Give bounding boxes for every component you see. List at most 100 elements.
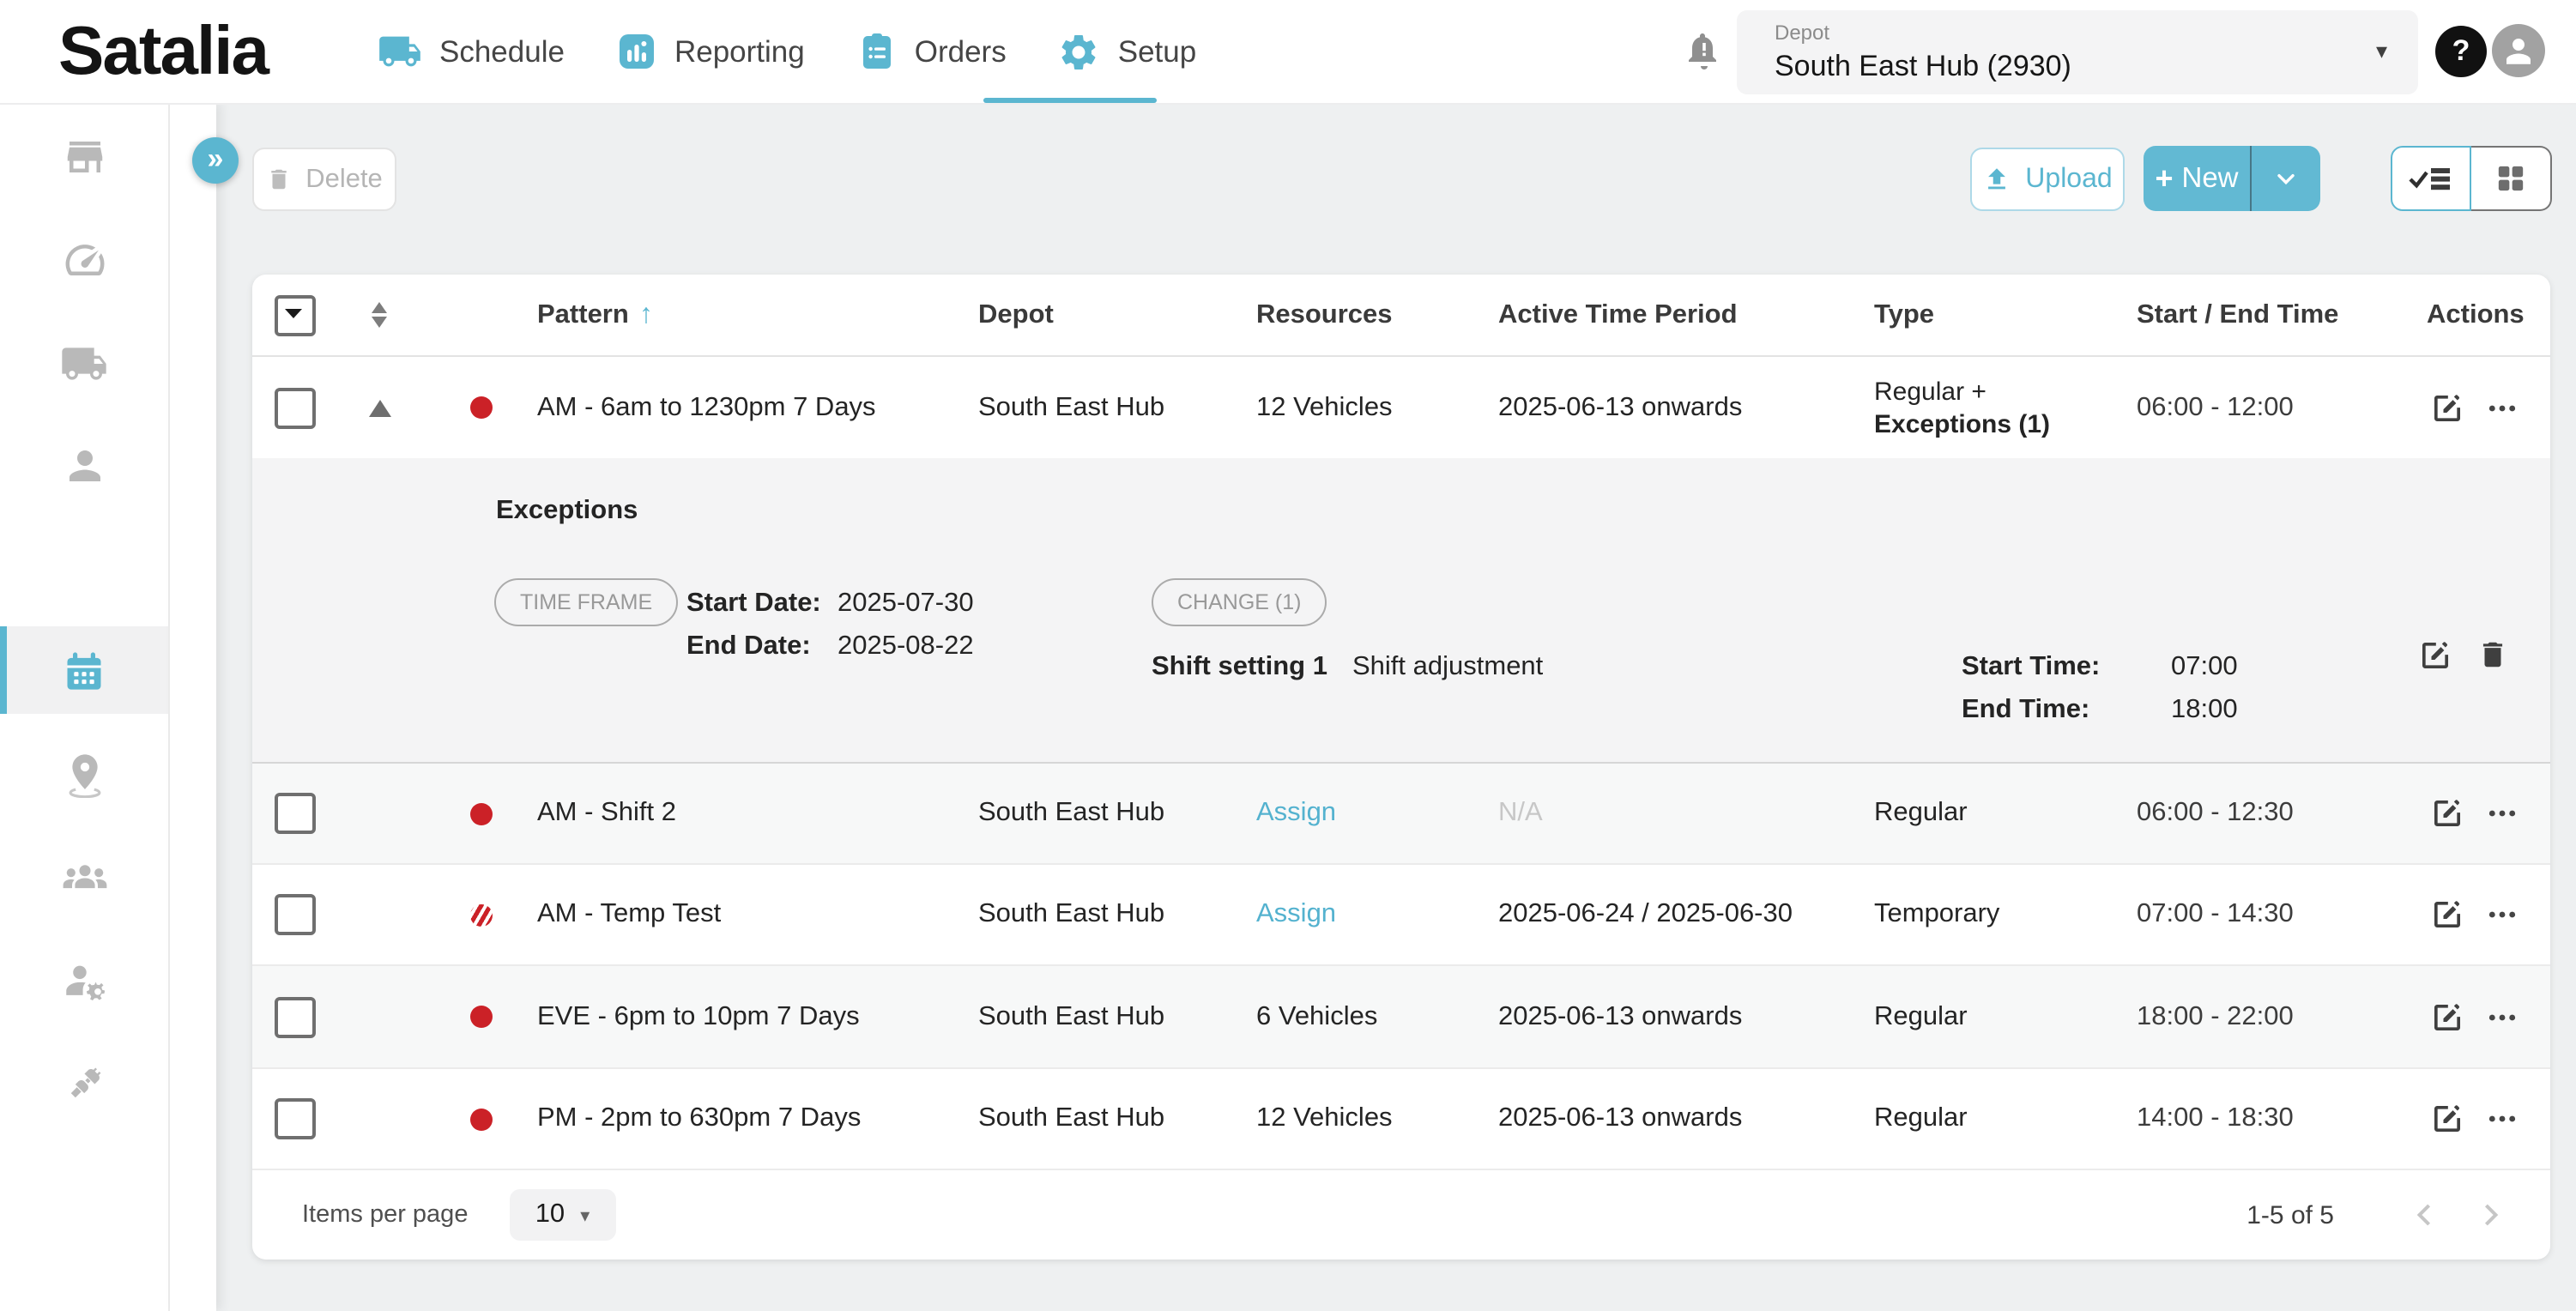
pattern-name: PM - 2pm to 630pm 7 Days — [537, 1103, 978, 1134]
edit-icon[interactable] — [2430, 390, 2464, 425]
table-row[interactable]: AM - Shift 2 South East Hub Assign N/A R… — [252, 764, 2550, 865]
row-checkbox[interactable] — [275, 894, 316, 935]
delete-button[interactable]: Delete — [252, 148, 396, 211]
status-dot — [469, 802, 492, 825]
delete-exception-icon[interactable] — [2476, 638, 2509, 671]
gear-icon — [1058, 30, 1101, 73]
assign-link[interactable]: Assign — [1256, 899, 1336, 928]
more-options-icon[interactable] — [2487, 1103, 2518, 1134]
select-all-checkbox[interactable] — [275, 294, 316, 335]
table-row[interactable]: AM - 6am to 1230pm 7 Days South East Hub… — [252, 357, 2550, 458]
nav-tab-reporting[interactable]: Reporting — [616, 31, 805, 72]
collapsed-panel-rail — [170, 103, 216, 1311]
help-button[interactable]: ? — [2435, 26, 2487, 77]
person-icon — [2500, 33, 2537, 69]
previous-page-button[interactable] — [2406, 1196, 2444, 1234]
sidebar-item-vehicles[interactable] — [0, 319, 168, 407]
time-cell: 14:00 - 18:30 — [2137, 1103, 2427, 1134]
column-header-active-time-period[interactable]: Active Time Period — [1498, 299, 1874, 330]
main-nav: Schedule Reporting Orders Setup — [378, 0, 1196, 103]
sidebar-item-user-management[interactable] — [0, 937, 168, 1024]
depot-cell: South East Hub — [978, 1103, 1256, 1134]
nav-tab-label: Orders — [915, 33, 1007, 69]
collapse-row-icon[interactable] — [368, 399, 390, 416]
table-row[interactable]: AM - Temp Test South East Hub Assign 202… — [252, 865, 2550, 966]
edit-icon[interactable] — [2430, 1000, 2464, 1034]
column-header-resources[interactable]: Resources — [1256, 299, 1498, 330]
upload-button-label: Upload — [2025, 164, 2112, 195]
row-checkbox[interactable] — [275, 793, 316, 834]
edit-icon[interactable] — [2430, 897, 2464, 932]
column-header-depot[interactable]: Depot — [978, 299, 1256, 330]
type-cell: Regular +Exceptions (1) — [1874, 375, 2137, 440]
expand-panel-button[interactable]: » — [192, 137, 239, 184]
grid-icon — [2494, 161, 2528, 196]
user-avatar[interactable] — [2492, 24, 2545, 77]
more-options-icon[interactable] — [2487, 899, 2518, 930]
nav-tab-orders[interactable]: Orders — [856, 31, 1007, 72]
new-split-button: + New — [2144, 146, 2320, 211]
plus-icon: + — [2155, 160, 2173, 196]
column-header-start-end-time[interactable]: Start / End Time — [2137, 299, 2427, 330]
sidebar-item-integrations[interactable] — [0, 1040, 168, 1127]
shift-setting-label: Shift setting 1 — [1152, 652, 1327, 683]
row-checkbox[interactable] — [275, 996, 316, 1037]
nav-tab-label: Schedule — [439, 33, 565, 69]
notification-bell-icon[interactable] — [1684, 31, 1725, 72]
end-date-label: End Date: — [686, 631, 811, 662]
grid-view-button[interactable] — [2471, 146, 2552, 211]
list-view-button[interactable] — [2391, 146, 2471, 211]
type-cell: Regular — [1874, 798, 2137, 829]
new-button[interactable]: + New — [2144, 146, 2252, 211]
exceptions-panel: Exceptions TIME FRAME Start Date: 2025-0… — [252, 458, 2550, 764]
speedometer-icon — [61, 237, 107, 283]
column-header-pattern[interactable]: Pattern↑ — [537, 299, 978, 330]
time-cell: 06:00 - 12:00 — [2137, 392, 2427, 423]
more-options-icon[interactable] — [2487, 798, 2518, 829]
active-tab-indicator — [983, 97, 1157, 103]
sidebar-item-locations[interactable] — [0, 731, 168, 819]
edit-icon[interactable] — [2430, 796, 2464, 831]
assign-link[interactable]: Assign — [1256, 798, 1336, 827]
more-options-icon[interactable] — [2487, 1001, 2518, 1032]
table-row[interactable]: EVE - 6pm to 10pm 7 Days South East Hub … — [252, 966, 2550, 1069]
change-chip: CHANGE (1) — [1152, 578, 1327, 626]
groups-icon — [59, 853, 109, 903]
question-mark-icon: ? — [2452, 34, 2470, 69]
edit-exception-icon[interactable] — [2418, 638, 2452, 673]
expand-sort-control[interactable] — [371, 302, 388, 328]
row-checkbox[interactable] — [275, 1098, 316, 1139]
next-page-button[interactable] — [2471, 1196, 2509, 1234]
new-button-dropdown[interactable] — [2252, 146, 2320, 211]
sidebar-item-dashboard[interactable] — [0, 216, 168, 304]
manage-accounts-icon — [59, 956, 109, 1006]
sidebar-item-shift-patterns[interactable] — [0, 626, 168, 714]
depot-selector[interactable]: Depot South East Hub (2930) ▾ — [1737, 10, 2418, 94]
column-header-type[interactable]: Type — [1874, 299, 2137, 330]
page-size-select[interactable]: 10 ▾ — [509, 1189, 615, 1241]
sidebar — [0, 103, 170, 1311]
row-checkbox[interactable] — [275, 387, 316, 428]
table-row[interactable]: PM - 2pm to 630pm 7 Days South East Hub … — [252, 1069, 2550, 1170]
nav-tab-schedule[interactable]: Schedule — [378, 29, 565, 74]
bar-chart-icon — [616, 31, 657, 72]
depot-selector-value: South East Hub (2930) — [1775, 50, 2071, 84]
delete-button-label: Delete — [305, 164, 383, 195]
more-options-icon[interactable] — [2487, 392, 2518, 423]
sidebar-item-drivers[interactable] — [0, 422, 168, 510]
shift-type-value: Shift adjustment — [1352, 652, 1543, 683]
upload-button[interactable]: Upload — [1970, 148, 2125, 211]
active-period-cell: 2025-06-13 onwards — [1498, 392, 1874, 423]
sidebar-item-depots[interactable] — [0, 113, 168, 201]
start-time-label: Start Time: — [1962, 652, 2100, 683]
top-bar: Satalia Schedule Reporting Orders Setup … — [0, 0, 2576, 105]
time-cell: 06:00 - 12:30 — [2137, 798, 2427, 829]
nav-tab-label: Reporting — [674, 33, 805, 69]
pagination-bar: Items per page 10 ▾ 1-5 of 5 — [252, 1170, 2550, 1260]
sidebar-item-teams[interactable] — [0, 834, 168, 921]
shift-patterns-table: Pattern↑ Depot Resources Active Time Per… — [252, 275, 2550, 1260]
edit-icon[interactable] — [2430, 1102, 2464, 1136]
truck-icon — [60, 339, 108, 387]
store-icon — [61, 134, 107, 180]
nav-tab-setup[interactable]: Setup — [1058, 30, 1196, 73]
